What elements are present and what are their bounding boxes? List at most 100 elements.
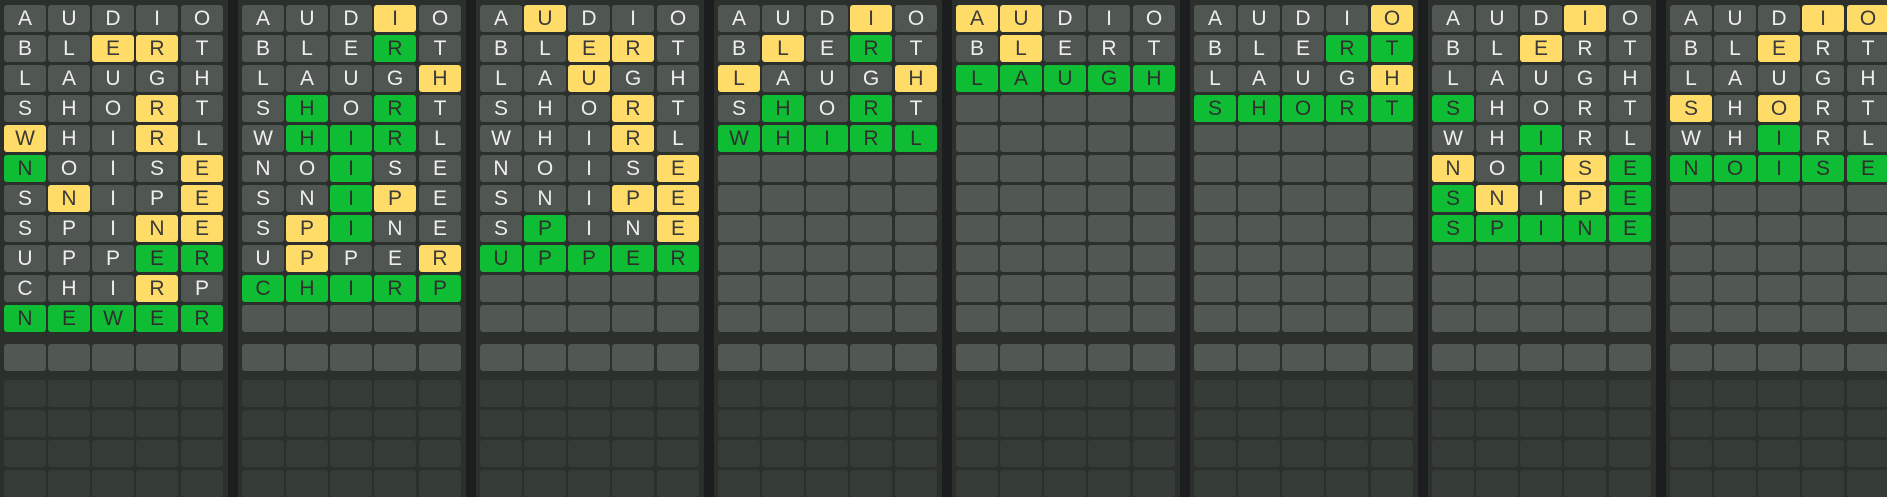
empty-tile (718, 305, 760, 332)
letter-tile: U (1758, 65, 1800, 92)
empty-tile (286, 344, 328, 371)
empty-tile (480, 344, 522, 371)
empty-tile (762, 185, 804, 212)
letter-tile: A (524, 65, 566, 92)
empty-tile (480, 440, 522, 467)
empty-tile (956, 215, 998, 242)
empty-tile (718, 245, 760, 272)
empty-tile (1194, 275, 1236, 302)
empty-tile (92, 470, 134, 497)
letter-tile: L (286, 35, 328, 62)
letter-tile: T (657, 35, 699, 62)
empty-tile (374, 380, 416, 407)
letter-tile: T (419, 95, 461, 122)
empty-tile (1847, 245, 1887, 272)
empty-tile (1238, 245, 1280, 272)
letter-tile: S (718, 95, 760, 122)
empty-tile (1670, 470, 1712, 497)
letter-tile: H (1133, 65, 1175, 92)
empty-tile (1000, 125, 1042, 152)
letter-tile: N (1564, 215, 1606, 242)
board-6: AUDIOBLERTLAUGHSHORT (1190, 0, 1418, 497)
empty-tile (657, 275, 699, 302)
letter-tile: H (286, 275, 328, 302)
empty-tile (374, 344, 416, 371)
letter-tile: I (330, 125, 372, 152)
empty-tile (1282, 305, 1324, 332)
letter-tile: L (181, 125, 223, 152)
empty-tile (1194, 125, 1236, 152)
letter-tile: H (1847, 65, 1887, 92)
letter-tile: R (136, 275, 178, 302)
empty-tile (1238, 440, 1280, 467)
empty-tile (1282, 344, 1324, 371)
empty-tile (956, 380, 998, 407)
empty-tile (1609, 245, 1651, 272)
empty-tile (419, 380, 461, 407)
empty-tile (850, 380, 892, 407)
empty-tile (895, 410, 937, 437)
empty-tile (480, 305, 522, 332)
letter-tile: E (136, 245, 178, 272)
letter-tile: E (330, 35, 372, 62)
letter-tile: A (1714, 65, 1756, 92)
letter-tile: S (1670, 95, 1712, 122)
empty-tile (1714, 305, 1756, 332)
letter-tile: O (330, 95, 372, 122)
empty-tile (242, 344, 284, 371)
empty-tile (1476, 380, 1518, 407)
letter-tile: S (4, 185, 46, 212)
letter-tile: D (92, 5, 134, 32)
letter-tile: A (1238, 65, 1280, 92)
letter-tile: A (956, 5, 998, 32)
letter-tile: H (48, 95, 90, 122)
letter-tile: R (1326, 95, 1368, 122)
letter-tile: G (612, 65, 654, 92)
empty-tile (1088, 440, 1130, 467)
letter-tile: O (419, 5, 461, 32)
empty-tile (480, 380, 522, 407)
letter-tile: I (330, 155, 372, 182)
letter-tile: H (1609, 65, 1651, 92)
letter-tile: P (524, 215, 566, 242)
letter-tile: I (568, 215, 610, 242)
letter-tile: H (657, 65, 699, 92)
letter-tile: I (1758, 125, 1800, 152)
empty-tile (895, 380, 937, 407)
letter-tile: G (1564, 65, 1606, 92)
empty-tile (1282, 440, 1324, 467)
letter-tile: W (1432, 125, 1474, 152)
empty-tile (1133, 95, 1175, 122)
empty-tile (1044, 215, 1086, 242)
letter-tile: T (895, 95, 937, 122)
empty-tile (1432, 245, 1474, 272)
empty-tile (330, 440, 372, 467)
empty-tile (1282, 155, 1324, 182)
empty-tile (242, 305, 284, 332)
empty-tile (956, 440, 998, 467)
empty-tile (286, 305, 328, 332)
letter-tile: N (374, 215, 416, 242)
empty-tile (1282, 215, 1324, 242)
empty-tile (1714, 245, 1756, 272)
empty-tile (956, 245, 998, 272)
empty-tile (1088, 275, 1130, 302)
empty-tile (374, 305, 416, 332)
empty-tile (1371, 305, 1413, 332)
letter-tile: R (1564, 125, 1606, 152)
empty-tile (136, 470, 178, 497)
empty-tile (762, 305, 804, 332)
board-5: AUDIOBLERTLAUGH (952, 0, 1180, 497)
empty-tile (1326, 410, 1368, 437)
letter-tile: O (568, 95, 610, 122)
letter-tile: L (48, 35, 90, 62)
letter-tile: L (1194, 65, 1236, 92)
letter-tile: T (181, 95, 223, 122)
letter-tile: I (92, 155, 134, 182)
letter-tile: E (1282, 35, 1324, 62)
letter-tile: E (48, 305, 90, 332)
letter-tile: H (1476, 125, 1518, 152)
empty-tile (1670, 245, 1712, 272)
empty-tile (1758, 245, 1800, 272)
letter-tile: P (374, 185, 416, 212)
